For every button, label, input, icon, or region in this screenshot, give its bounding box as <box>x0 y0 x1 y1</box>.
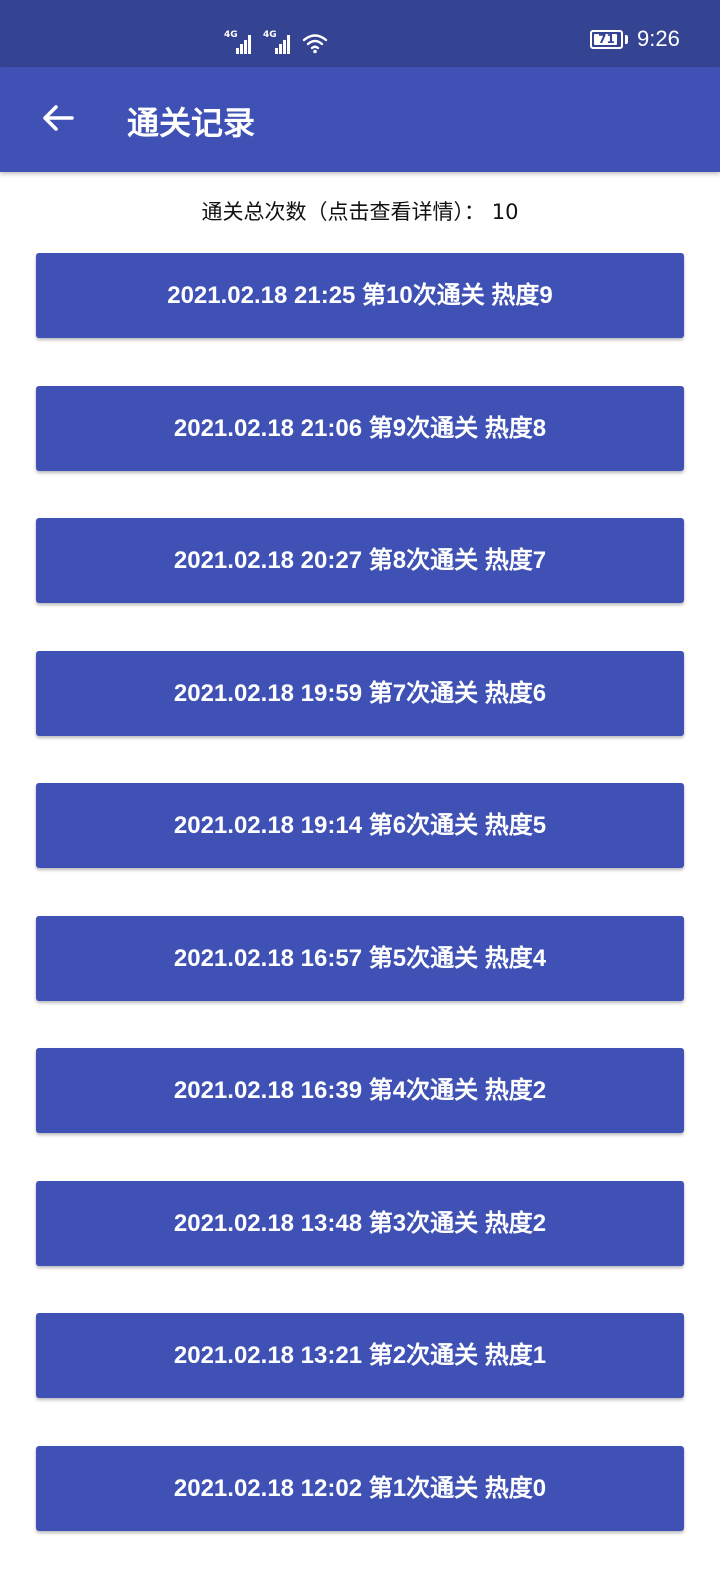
status-clock: 9:26 <box>637 26 680 51</box>
clear-record-button[interactable]: 2021.02.18 12:02 第1次通关 热度0 <box>36 1445 684 1531</box>
clear-record-button[interactable]: 2021.02.18 13:21 第2次通关 热度1 <box>36 1313 684 1398</box>
battery-tip <box>625 35 628 44</box>
status-bar: 4G 4G 71 9:26 <box>0 0 720 67</box>
network-type-label: 4G <box>224 30 238 40</box>
clear-record-button[interactable]: 2021.02.18 13:48 第3次通关 热度2 <box>36 1180 684 1266</box>
battery-level: 71 <box>598 32 615 46</box>
clear-record-list: 2021.02.18 21:25 第10次通关 热度9 2021.02.18 2… <box>36 253 684 1578</box>
page-title: 通关记录 <box>127 104 256 142</box>
arrow-left-icon <box>40 103 76 137</box>
clear-record-button[interactable]: 2021.02.18 21:25 第10次通关 热度9 <box>36 253 684 338</box>
clear-record-button[interactable]: 2021.02.18 19:14 第6次通关 热度5 <box>36 783 684 868</box>
clear-record-button[interactable]: 2021.02.18 16:57 第5次通关 热度4 <box>36 915 684 1001</box>
signal-indicators: 4G 4G <box>224 26 328 54</box>
network-type-label: 4G <box>263 30 277 40</box>
cell-signal-icon-1: 4G <box>224 28 251 54</box>
cell-signal-icon-2: 4G <box>263 28 290 54</box>
clear-record-button[interactable]: 2021.02.18 20:27 第8次通关 热度7 <box>36 518 684 603</box>
back-button[interactable] <box>30 95 86 145</box>
clear-record-button[interactable]: 2021.02.18 21:06 第9次通关 热度8 <box>36 385 684 471</box>
clear-record-button[interactable]: 2021.02.18 19:59 第7次通关 热度6 <box>36 650 684 736</box>
wifi-icon <box>302 32 328 54</box>
total-clears-summary[interactable]: 通关总次数（点击查看详情）： 10 <box>0 196 720 228</box>
app-bar: 通关记录 <box>0 67 720 172</box>
clear-record-button[interactable]: 2021.02.18 16:39 第4次通关 热度2 <box>36 1048 684 1133</box>
battery-icon: 71 <box>590 30 623 49</box>
